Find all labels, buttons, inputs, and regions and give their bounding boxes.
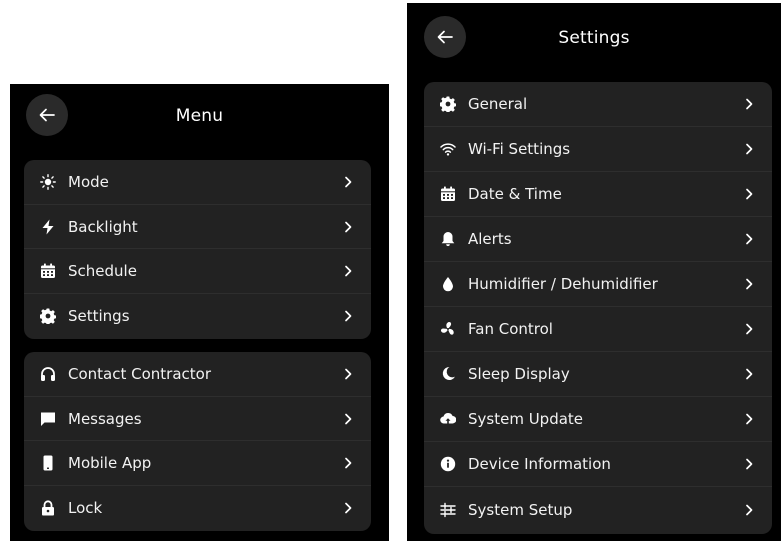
fan-icon bbox=[438, 319, 458, 339]
settings-item-label: General bbox=[468, 95, 528, 113]
chevron-right-icon bbox=[341, 367, 355, 381]
calendar-icon bbox=[438, 184, 458, 204]
settings-item-alerts[interactable]: Alerts bbox=[424, 217, 772, 262]
moon-icon bbox=[438, 364, 458, 384]
chevron-right-icon bbox=[742, 232, 756, 246]
chevron-right-icon bbox=[742, 187, 756, 201]
chevron-right-icon bbox=[742, 322, 756, 336]
menu-screen: Menu Mode Backlight Schedule Settings Co… bbox=[10, 84, 389, 541]
menu-item-mode[interactable]: Mode bbox=[24, 160, 371, 205]
menu-item-backlight[interactable]: Backlight bbox=[24, 205, 371, 250]
chevron-right-icon bbox=[742, 457, 756, 471]
bolt-icon bbox=[38, 217, 58, 237]
calendar-icon bbox=[38, 261, 58, 281]
chevron-right-icon bbox=[341, 175, 355, 189]
gear-icon bbox=[38, 306, 58, 326]
menu-item-label: Schedule bbox=[68, 262, 137, 281]
settings-item-fan-control[interactable]: Fan Control bbox=[424, 307, 772, 352]
settings-item-general[interactable]: General bbox=[424, 82, 772, 127]
bell-icon bbox=[438, 229, 458, 249]
message-icon bbox=[38, 409, 58, 429]
settings-item-label: System Update bbox=[468, 410, 584, 428]
settings-item-label: Sleep Display bbox=[468, 365, 570, 383]
settings-item-label: Fan Control bbox=[468, 320, 553, 338]
chevron-right-icon bbox=[341, 456, 355, 470]
chevron-right-icon bbox=[341, 412, 355, 426]
menu-item-messages[interactable]: Messages bbox=[24, 397, 371, 442]
menu-item-mobile-app[interactable]: Mobile App bbox=[24, 441, 371, 487]
menu-item-lock[interactable]: Lock bbox=[24, 486, 371, 531]
page-title: Menu bbox=[175, 106, 224, 126]
chevron-right-icon bbox=[341, 220, 355, 234]
menu-item-label: Mode bbox=[68, 172, 109, 191]
phone-icon bbox=[38, 453, 58, 473]
chevron-right-icon bbox=[742, 503, 756, 517]
menu-item-label: Lock bbox=[68, 499, 103, 518]
headphones-icon bbox=[38, 364, 58, 384]
settings-item-humidifier[interactable]: Humidifier / Dehumidifier bbox=[424, 262, 772, 307]
chevron-right-icon bbox=[341, 501, 355, 515]
chevron-right-icon bbox=[742, 367, 756, 381]
menu-group-secondary: Contact Contractor Messages Mobile App L… bbox=[24, 352, 371, 531]
menu-item-contact-contractor[interactable]: Contact Contractor bbox=[24, 352, 371, 397]
chevron-right-icon bbox=[341, 264, 355, 278]
menu-item-schedule[interactable]: Schedule bbox=[24, 249, 371, 295]
chevron-right-icon bbox=[742, 97, 756, 111]
settings-item-wifi[interactable]: Wi-Fi Settings bbox=[424, 127, 772, 172]
chevron-right-icon bbox=[742, 142, 756, 156]
settings-header: Settings bbox=[407, 3, 781, 63]
settings-item-device-information[interactable]: Device Information bbox=[424, 442, 772, 487]
menu-item-label: Settings bbox=[68, 307, 130, 326]
settings-item-label: Alerts bbox=[468, 230, 512, 248]
gear-icon bbox=[438, 94, 458, 114]
settings-item-label: Humidifier / Dehumidifier bbox=[468, 275, 658, 293]
chevron-right-icon bbox=[341, 309, 355, 323]
sun-icon bbox=[38, 172, 58, 192]
settings-screen: Settings General Wi-Fi Settings Date & T… bbox=[407, 3, 781, 541]
settings-list: General Wi-Fi Settings Date & Time Alert… bbox=[424, 82, 772, 534]
settings-item-date-time[interactable]: Date & Time bbox=[424, 172, 772, 217]
page-title: Settings bbox=[558, 28, 630, 48]
chevron-right-icon bbox=[742, 277, 756, 291]
sliders-icon bbox=[438, 500, 458, 520]
chevron-right-icon bbox=[742, 412, 756, 426]
menu-item-label: Backlight bbox=[68, 217, 138, 236]
settings-item-label: Device Information bbox=[468, 455, 611, 473]
menu-item-label: Messages bbox=[68, 409, 142, 428]
menu-item-label: Mobile App bbox=[68, 454, 152, 473]
menu-item-settings[interactable]: Settings bbox=[24, 294, 371, 339]
menu-item-label: Contact Contractor bbox=[68, 364, 211, 383]
menu-header: Menu bbox=[10, 84, 389, 144]
info-icon bbox=[438, 454, 458, 474]
menu-group-primary: Mode Backlight Schedule Settings bbox=[24, 160, 371, 339]
droplet-icon bbox=[438, 274, 458, 294]
settings-item-label: Date & Time bbox=[468, 185, 562, 203]
settings-item-sleep-display[interactable]: Sleep Display bbox=[424, 352, 772, 397]
settings-item-label: Wi-Fi Settings bbox=[468, 140, 571, 158]
wifi-icon bbox=[438, 139, 458, 159]
settings-item-label: System Setup bbox=[468, 500, 573, 519]
lock-icon bbox=[38, 498, 58, 518]
settings-item-system-setup[interactable]: System Setup bbox=[424, 487, 772, 532]
settings-item-system-update[interactable]: System Update bbox=[424, 397, 772, 442]
cloud-upload-icon bbox=[438, 409, 458, 429]
